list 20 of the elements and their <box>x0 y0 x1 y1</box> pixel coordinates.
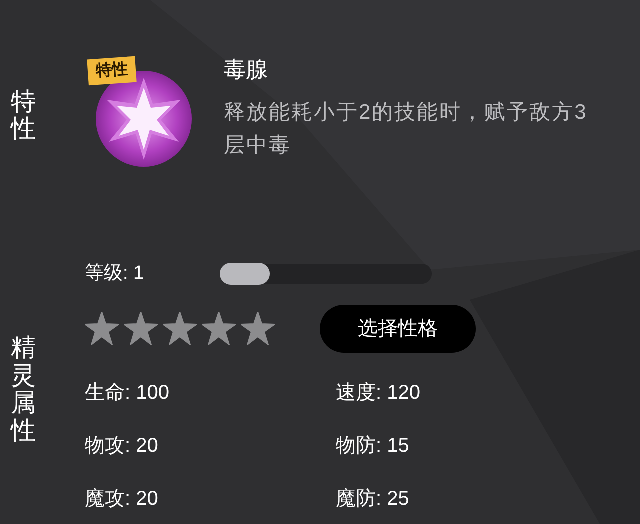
choose-nature-button[interactable]: 选择性格 <box>320 304 476 352</box>
stat-text: 魔攻: 20 <box>85 487 158 512</box>
star-icon <box>85 312 119 345</box>
stat-text: 物防: 15 <box>336 434 410 459</box>
star-icon <box>163 312 197 345</box>
stat-text: 物攻: 20 <box>85 434 158 459</box>
section-label: 特性 <box>11 88 36 144</box>
slider-thumb[interactable] <box>220 263 270 286</box>
stat-text: 速度: 120 <box>336 381 420 406</box>
star-icon <box>124 312 158 345</box>
section-label: 精灵属性 <box>11 335 36 445</box>
stat-text: 魔防: 25 <box>336 487 410 512</box>
stat-text: 生命: 100 <box>85 381 170 406</box>
star-icon <box>241 312 275 345</box>
trait-name: 毒腺 <box>224 56 269 84</box>
star-icon <box>202 312 236 345</box>
trait-badge: 特性 <box>87 56 137 86</box>
level-label: 等级: 1 <box>85 262 146 286</box>
trait-description: 释放能耗小于2的技能时，赋予敌方3层中毒 <box>224 100 589 159</box>
level-slider[interactable] <box>220 264 432 284</box>
